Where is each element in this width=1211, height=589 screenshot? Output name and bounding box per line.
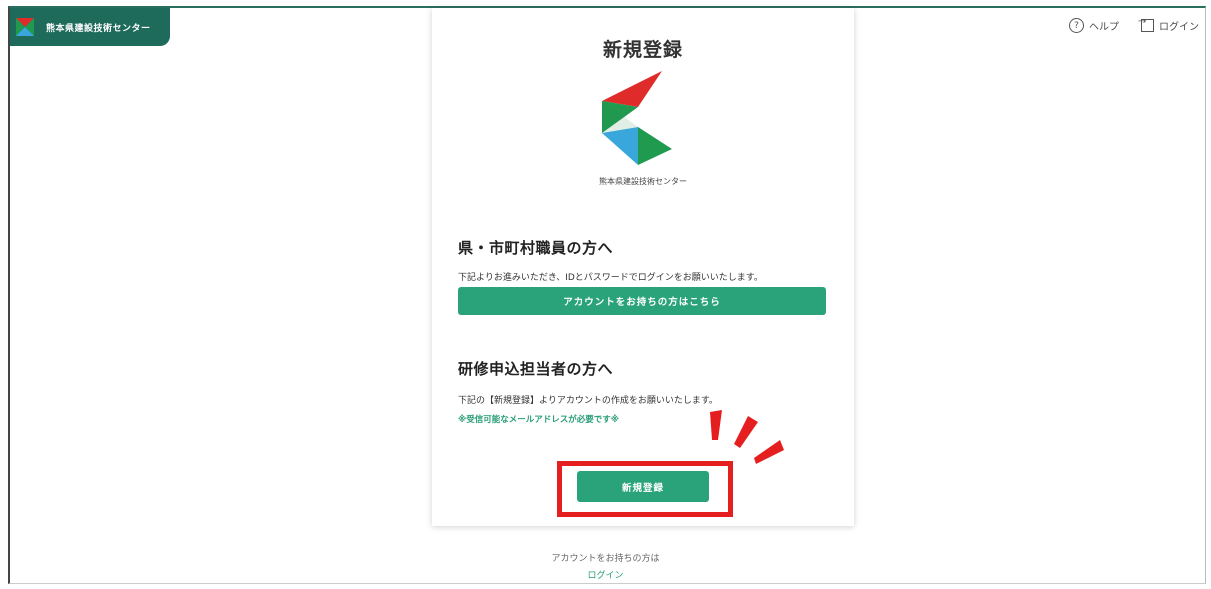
- brand-header[interactable]: 熊本県建設技術センター: [10, 8, 170, 46]
- registration-card: 新規登録 熊本県建設技術センター 県・市町村職員の方へ 下記よりお進みいただき、…: [432, 8, 854, 526]
- help-icon: ?: [1069, 18, 1084, 33]
- help-label: ヘルプ: [1089, 22, 1119, 33]
- top-nav: ? ヘルプ ログイン: [1069, 16, 1199, 33]
- staff-section-heading: 県・市町村職員の方へ: [458, 239, 614, 257]
- login-label: ログイン: [1159, 22, 1199, 33]
- help-link[interactable]: ? ヘルプ: [1069, 18, 1119, 33]
- emphasis-marks-icon: [710, 410, 784, 464]
- center-logo-icon: [602, 71, 672, 165]
- email-required-note: ※受信可能なメールアドレスが必要です※: [458, 415, 620, 425]
- login-icon: [1138, 16, 1154, 32]
- org-name: 熊本県建設技術センター: [599, 177, 687, 186]
- brand-logo-icon: [16, 18, 34, 36]
- page-title: 新規登録: [602, 39, 683, 61]
- brand-name: 熊本県建設技術センター: [46, 23, 151, 34]
- footer-question: アカウントをお持ちの方は: [551, 554, 660, 564]
- staff-section-description: 下記よりお進みいただき、IDとパスワードでログインをお願いいたします。: [458, 273, 763, 283]
- applicant-section-heading: 研修申込担当者の方へ: [458, 360, 614, 378]
- applicant-section-description: 下記の【新規登録】よりアカウントの作成をお願いいたします。: [458, 396, 718, 406]
- footer-login-link[interactable]: ログイン: [0, 568, 1211, 581]
- login-link[interactable]: ログイン: [1138, 16, 1199, 33]
- existing-account-button[interactable]: アカウントをお持ちの方はこちら: [458, 287, 826, 315]
